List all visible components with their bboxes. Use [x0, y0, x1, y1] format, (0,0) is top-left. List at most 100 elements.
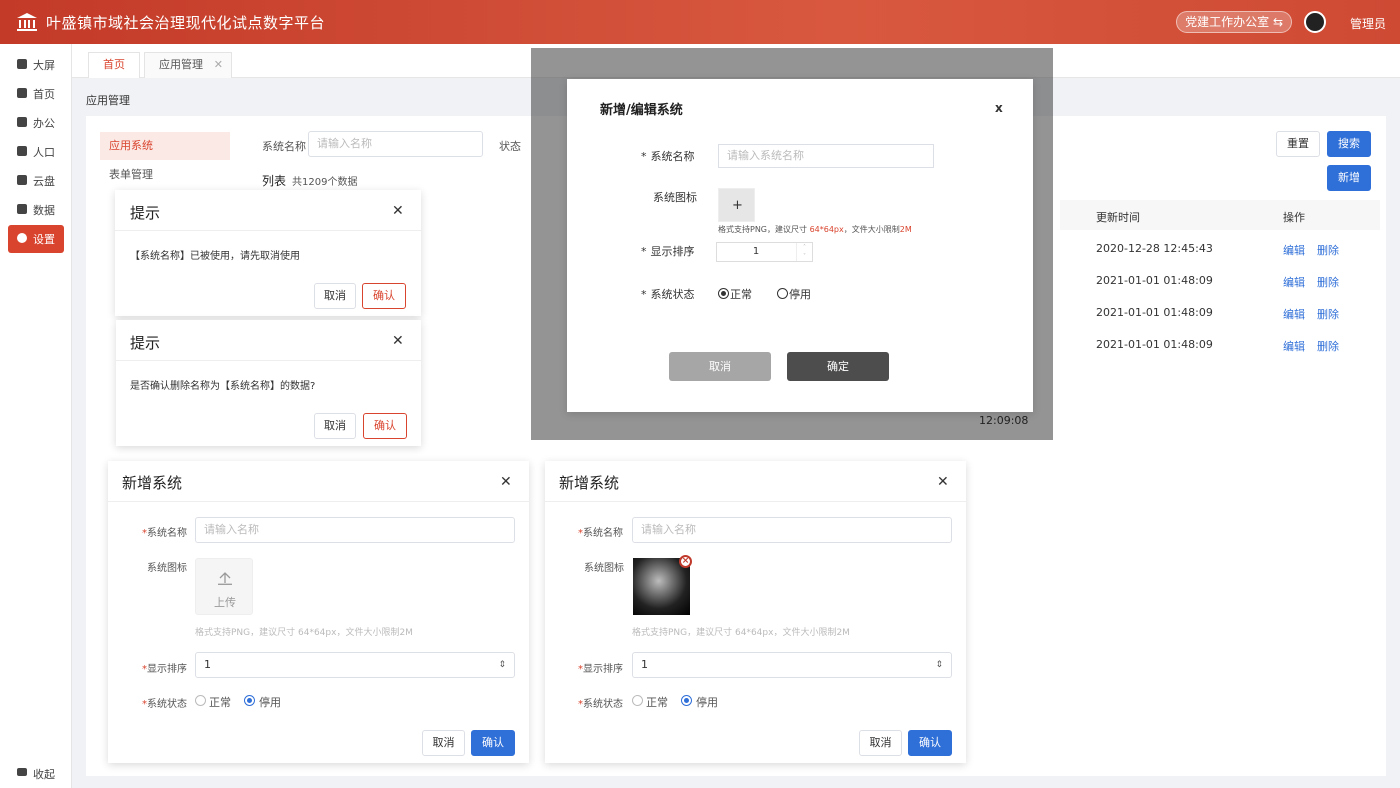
icon-label: 系统图标 [653, 191, 697, 204]
close-icon[interactable]: x [995, 101, 1003, 115]
filter-status-label: 状态 [499, 140, 521, 153]
confirm-button[interactable]: 确认 [908, 730, 952, 756]
cancel-button[interactable]: 取消 [422, 730, 465, 756]
search-button[interactable]: 搜索 [1327, 131, 1371, 157]
cancel-button[interactable]: 取消 [859, 730, 902, 756]
close-icon[interactable]: ✕ [392, 204, 404, 218]
filter-name-input[interactable] [308, 131, 483, 157]
sidebar-item-settings[interactable]: 设置 [8, 225, 64, 253]
divider [108, 501, 529, 502]
name-label: *系统名称 [641, 150, 695, 163]
status-normal-radio[interactable] [718, 288, 729, 299]
sidebar-collapse[interactable]: 收起 [8, 760, 64, 786]
reset-button[interactable]: 重置 [1276, 131, 1320, 157]
confirm-button[interactable]: 确定 [787, 352, 889, 381]
remove-image-icon[interactable]: × [679, 555, 692, 568]
delete-link[interactable]: 删除 [1317, 306, 1339, 322]
hint-limit: 2M [899, 225, 912, 234]
icon-label: 系统图标 [584, 563, 624, 574]
edit-link[interactable]: 编辑 [1283, 306, 1305, 322]
upload-label: 上传 [214, 596, 236, 609]
order-value: 1 [204, 658, 211, 671]
avatar[interactable] [1304, 11, 1326, 33]
confirm-button[interactable]: 确认 [471, 730, 515, 756]
dialog-message: 是否确认删除名称为【系统名称】的数据? [130, 381, 316, 392]
add-button[interactable]: 新增 [1327, 165, 1371, 191]
status-label-text: 系统状态 [650, 288, 695, 301]
close-icon[interactable]: ✕ [500, 475, 512, 489]
status-label-text: 系统状态 [147, 699, 187, 710]
monitor-icon [17, 59, 27, 69]
status-normal-label: 正常 [646, 696, 668, 709]
divider [545, 501, 966, 502]
table-row-updated: 2021-01-01 01:48:09 [1096, 274, 1213, 287]
status-normal-radio[interactable] [195, 695, 206, 706]
order-stepper[interactable]: 1 ˄ ˅ [716, 242, 813, 262]
chart-icon [17, 204, 27, 214]
order-label: *显示排序 [142, 664, 187, 675]
order-select[interactable]: 1 ⇕ [632, 652, 952, 678]
status-disabled-radio[interactable] [244, 695, 255, 706]
cancel-button[interactable]: 取消 [314, 283, 356, 309]
office-switch-button[interactable]: 党建工作办公室 ⇆ [1176, 11, 1292, 33]
name-label: *系统名称 [142, 528, 187, 539]
upload-button[interactable]: + [718, 188, 755, 222]
close-icon[interactable]: ✕ [937, 475, 949, 489]
hint-size: 64*64px [809, 225, 844, 234]
tab-home[interactable]: 首页 [88, 52, 140, 78]
status-disabled-radio[interactable] [681, 695, 692, 706]
edit-link[interactable]: 编辑 [1283, 242, 1305, 258]
upload-button[interactable]: 上传 [195, 558, 253, 615]
col-updated-header: 更新时间 [1096, 211, 1140, 224]
sidebar-item-home[interactable]: 首页 [8, 80, 64, 106]
user-name[interactable]: 管理员 [1350, 15, 1386, 32]
upload-hint: 格式支持PNG，建议尺寸 64*64px，文件大小限制2M [718, 224, 912, 235]
confirm-button[interactable]: 确认 [363, 413, 407, 439]
cancel-button[interactable]: 取消 [669, 352, 771, 381]
hint-text: 格式支持PNG，建议尺寸 [718, 225, 810, 234]
system-name-input[interactable] [718, 144, 934, 168]
name-label: *系统名称 [578, 528, 623, 539]
sidebar-item-data[interactable]: 数据 [8, 196, 64, 222]
icon-label: 系统图标 [147, 563, 187, 574]
menu-app-system[interactable]: 应用系统 [100, 132, 230, 160]
system-name-input[interactable] [195, 517, 515, 543]
menu-form-management[interactable]: 表单管理 [100, 161, 230, 189]
sidebar-item-office[interactable]: 办公 [8, 109, 64, 135]
sidebar: 大屏 首页 办公 人口 云盘 数据 设置 收起 [0, 44, 72, 788]
edit-link[interactable]: 编辑 [1283, 338, 1305, 354]
status-disabled-radio[interactable] [777, 288, 788, 299]
collapse-icon [17, 768, 27, 776]
sidebar-item-cloud[interactable]: 云盘 [8, 167, 64, 193]
status-label: *系统状态 [142, 699, 187, 710]
table-row-updated: 2020-12-28 12:45:43 [1096, 242, 1213, 255]
delete-link[interactable]: 删除 [1317, 242, 1339, 258]
dialog-title: 提示 [130, 334, 161, 352]
sidebar-item-bigscreen[interactable]: 大屏 [8, 51, 64, 77]
filter-name-label: 系统名称 [262, 140, 306, 153]
system-name-input[interactable] [632, 517, 952, 543]
stepper-arrows-icon[interactable]: ˄ ˅ [796, 243, 812, 261]
updown-icon: ⇕ [935, 660, 943, 670]
sidebar-item-population[interactable]: 人口 [8, 138, 64, 164]
list-count: 共1209个数据 [292, 177, 358, 188]
divider [115, 230, 421, 231]
delete-link[interactable]: 删除 [1317, 274, 1339, 290]
edit-link[interactable]: 编辑 [1283, 274, 1305, 290]
delete-link[interactable]: 删除 [1317, 338, 1339, 354]
order-value: 1 [752, 246, 760, 257]
status-normal-radio[interactable] [632, 695, 643, 706]
cancel-button[interactable]: 取消 [314, 413, 356, 439]
app-title: 叶盛镇市域社会治理现代化试点数字平台 [46, 14, 326, 32]
tab-app-label: 应用管理 [159, 58, 203, 71]
cloud-icon [17, 175, 27, 185]
confirm-button[interactable]: 确认 [362, 283, 406, 309]
order-select[interactable]: 1 ⇕ [195, 652, 515, 678]
order-label-text: 显示排序 [583, 664, 623, 675]
table-row-updated: 2021-01-01 01:48:09 [1096, 338, 1213, 351]
close-icon[interactable]: ✕ [392, 334, 404, 348]
status-disabled-label: 停用 [789, 288, 811, 301]
tab-close-icon[interactable]: ✕ [214, 53, 223, 77]
tab-app-management[interactable]: 应用管理 ✕ [144, 52, 232, 78]
order-label: *显示排序 [641, 245, 695, 258]
